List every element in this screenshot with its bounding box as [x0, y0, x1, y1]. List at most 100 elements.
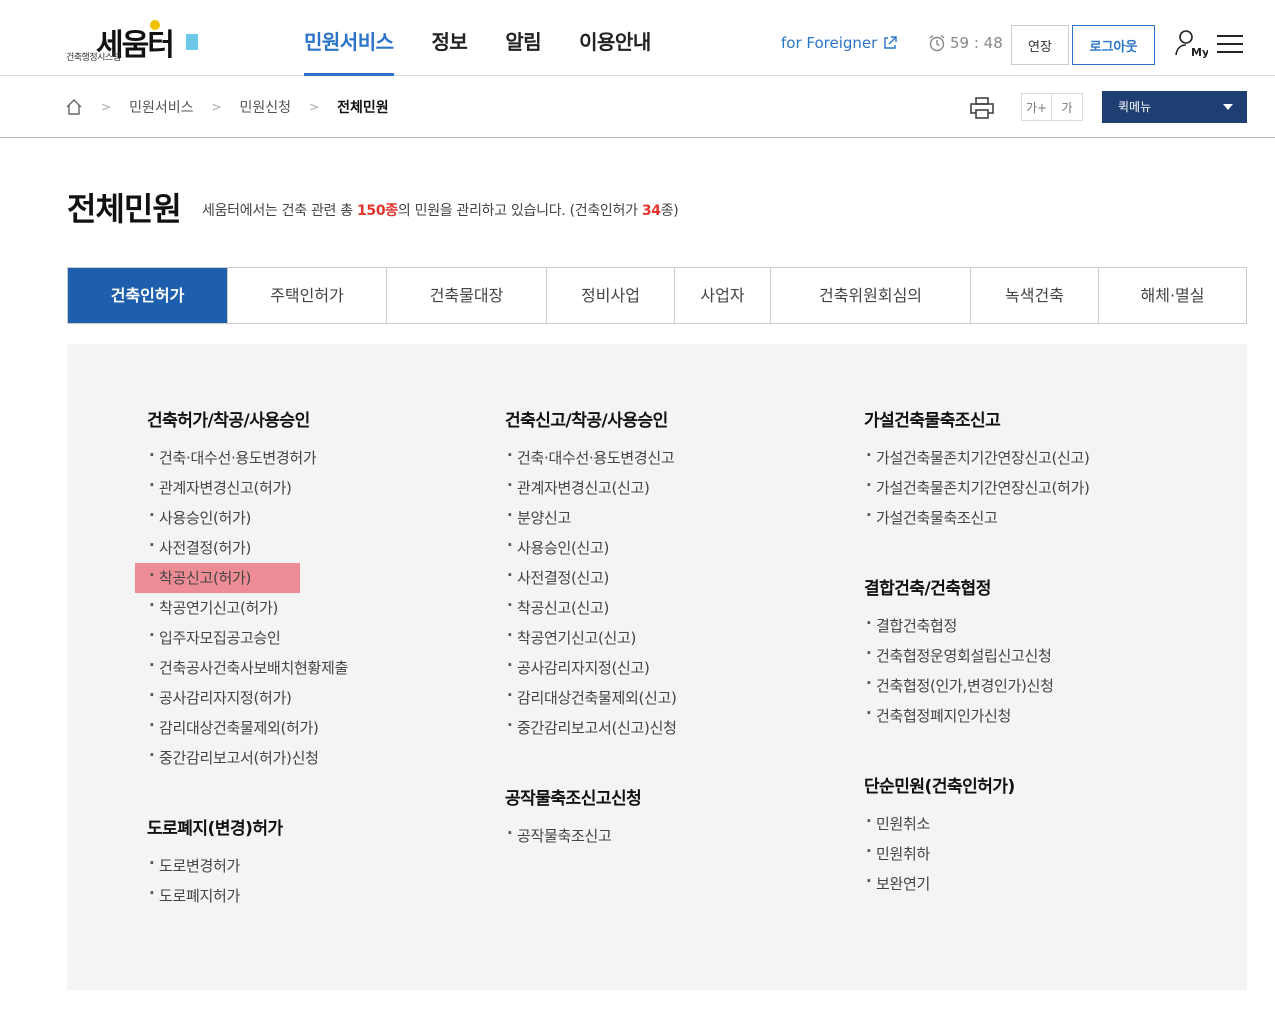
- hamburger-menu-icon[interactable]: [1217, 34, 1243, 54]
- category-tabs: 건축인허가 주택인허가 건축물대장 정비사업 사업자 건축위원회심의 녹색건축 …: [67, 267, 1247, 324]
- service-link[interactable]: 사용승인(허가): [147, 500, 348, 533]
- logo-subtitle: 건축행정시스템: [66, 53, 121, 63]
- font-increase-button[interactable]: 가+: [1021, 93, 1052, 121]
- home-icon[interactable]: [65, 98, 83, 116]
- service-link[interactable]: 가설건축물존치기간연장신고(허가): [864, 470, 1090, 503]
- service-link[interactable]: 관계자변경신고(신고): [505, 470, 677, 503]
- svg-text:My: My: [1191, 46, 1208, 59]
- service-link[interactable]: 분양신고: [505, 500, 677, 533]
- group-building-report-start-approval: 건축신고/착공/사용승인 건축·대수선·용도변경신고 관계자변경신고(신고) 분…: [505, 406, 677, 743]
- service-link[interactable]: 감리대상건축물제외(신고): [505, 680, 677, 713]
- service-link[interactable]: 가설건축물존치기간연장신고(신고): [864, 440, 1090, 473]
- quick-menu-dropdown[interactable]: 퀵메뉴: [1102, 91, 1247, 123]
- service-link[interactable]: 민원취하: [864, 836, 1015, 869]
- site-header: 세움터 건축행정시스템 민원서비스 정보 알림 이용안내 for Foreign…: [0, 0, 1275, 76]
- desc-total-count: 150종: [356, 203, 398, 219]
- group-title: 결합건축/건축협정: [864, 579, 991, 599]
- service-link[interactable]: 중간감리보고서(신고)신청: [505, 710, 677, 743]
- service-list: 건축·대수선·용도변경허가 관계자변경신고(허가) 사용승인(허가) 사전결정(…: [135, 440, 348, 773]
- breadcrumb-item-civil-service[interactable]: 민원서비스: [129, 97, 193, 117]
- tab-maintenance-project[interactable]: 정비사업: [547, 268, 675, 323]
- desc-mid: 의 민원을 관리하고 있습니다. (건축인허가: [397, 203, 642, 219]
- service-link[interactable]: 도로폐지허가: [147, 878, 283, 911]
- print-icon[interactable]: [970, 97, 994, 119]
- civil-service-panel: 건축허가/착공/사용승인 건축·대수선·용도변경허가 관계자변경신고(허가) 사…: [67, 344, 1247, 990]
- service-link[interactable]: 착공연기신고(허가): [147, 590, 348, 623]
- nav-item-info[interactable]: 정보: [432, 0, 468, 76]
- service-link[interactable]: 건축협정(인가,변경인가)신청: [864, 668, 1054, 701]
- timer-value: 59 : 48: [950, 34, 1003, 52]
- group-title: 공작물축조신고신청: [505, 789, 642, 809]
- nav-item-guide[interactable]: 이용안내: [579, 0, 651, 76]
- group-simple-civil-service: 단순민원(건축인허가) 민원취소 민원취하 보완연기: [864, 772, 1015, 899]
- nav-item-civil-service[interactable]: 민원서비스: [304, 0, 394, 76]
- breadcrumb-current: 전체민원: [337, 100, 389, 116]
- group-title: 건축신고/착공/사용승인: [505, 411, 668, 431]
- service-link[interactable]: 공사감리자지정(허가): [147, 680, 348, 713]
- font-decrease-button[interactable]: 가: [1052, 93, 1083, 121]
- for-foreigner-label: for Foreigner: [781, 34, 878, 52]
- service-link[interactable]: 공사감리자지정(신고): [505, 650, 677, 683]
- service-list: 도로변경허가 도로폐지허가: [147, 848, 283, 911]
- service-link[interactable]: 건축·대수선·용도변경허가: [147, 440, 348, 473]
- site-logo[interactable]: 세움터 건축행정시스템: [66, 20, 206, 64]
- desc-permit-count: 34: [641, 203, 661, 219]
- chevron-right-icon: >: [101, 100, 112, 114]
- group-title: 단순민원(건축인허가): [864, 777, 1015, 797]
- service-link[interactable]: 중간감리보고서(허가)신청: [147, 740, 348, 773]
- alarm-clock-icon: [929, 34, 945, 52]
- service-list: 공작물축조신고: [505, 818, 641, 851]
- tab-building-permit[interactable]: 건축인허가: [68, 268, 228, 323]
- service-link[interactable]: 사전결정(신고): [505, 560, 677, 593]
- group-temporary-building: 가설건축물축조신고 가설건축물존치기간연장신고(신고) 가설건축물존치기간연장신…: [864, 406, 1090, 533]
- service-link[interactable]: 공작물축조신고: [505, 818, 641, 851]
- breadcrumb-bar: > 민원서비스 > 민원신청 > 전체민원 가+ 가 퀵메뉴: [0, 77, 1275, 138]
- for-foreigner-link[interactable]: for Foreigner: [781, 34, 898, 52]
- service-link[interactable]: 건축협정폐지인가신청: [864, 698, 1054, 731]
- page-description: 세움터에서는 건축 관련 총 150종의 민원을 관리하고 있습니다. (건축인…: [202, 200, 679, 220]
- breadcrumb-item-application[interactable]: 민원신청: [240, 97, 292, 117]
- service-link[interactable]: 보완연기: [864, 866, 1015, 899]
- service-link[interactable]: 입주자모집공고승인: [147, 620, 348, 653]
- chevron-right-icon: >: [211, 100, 222, 114]
- extend-session-button[interactable]: 연장: [1011, 25, 1069, 65]
- service-link[interactable]: 사용승인(신고): [505, 530, 677, 563]
- service-link[interactable]: 도로변경허가: [147, 848, 283, 881]
- caret-down-icon: [1223, 104, 1233, 110]
- service-link[interactable]: 관계자변경신고(허가): [147, 470, 348, 503]
- page-title: 전체민원: [67, 190, 182, 228]
- breadcrumb: > 민원서비스 > 민원신청 > 전체민원: [65, 97, 389, 117]
- service-link-highlighted[interactable]: 착공신고(허가): [135, 560, 300, 593]
- group-title: 건축허가/착공/사용승인: [147, 411, 310, 431]
- desc-post: 종): [660, 203, 679, 219]
- tab-building-committee[interactable]: 건축위원회심의: [771, 268, 971, 323]
- tab-business[interactable]: 사업자: [675, 268, 771, 323]
- group-building-permit-start-approval: 건축허가/착공/사용승인 건축·대수선·용도변경허가 관계자변경신고(허가) 사…: [135, 406, 348, 773]
- service-link[interactable]: 가설건축물축조신고: [864, 500, 1090, 533]
- desc-pre: 세움터에서는 건축 관련 총: [202, 203, 357, 219]
- service-link[interactable]: 결합건축협정: [864, 608, 1054, 641]
- service-link[interactable]: 착공연기신고(신고): [505, 620, 677, 653]
- service-link[interactable]: 사전결정(허가): [147, 530, 348, 563]
- service-link[interactable]: 민원취소: [864, 806, 1015, 839]
- tab-building-register[interactable]: 건축물대장: [387, 268, 547, 323]
- service-link[interactable]: 착공신고(신고): [505, 590, 677, 623]
- nav-item-notice[interactable]: 알림: [505, 0, 541, 76]
- service-link[interactable]: 감리대상건축물제외(허가): [147, 710, 348, 743]
- service-link[interactable]: 건축협정운영회설립신고신청: [864, 638, 1054, 671]
- chevron-right-icon: >: [309, 100, 320, 114]
- main-nav: 민원서비스 정보 알림 이용안내: [304, 0, 689, 76]
- logo-square: [186, 34, 198, 50]
- group-road-abolition-permit: 도로폐지(변경)허가 도로변경허가 도로폐지허가: [147, 814, 283, 911]
- tab-green-building[interactable]: 녹색건축: [971, 268, 1099, 323]
- tab-demolition[interactable]: 해체·멸실: [1099, 268, 1246, 323]
- group-title: 가설건축물축조신고: [864, 411, 1001, 431]
- tab-housing-permit[interactable]: 주택인허가: [228, 268, 387, 323]
- service-link[interactable]: 건축·대수선·용도변경신고: [505, 440, 677, 473]
- my-page-icon[interactable]: My: [1174, 28, 1208, 60]
- quick-menu-label: 퀵메뉴: [1118, 100, 1152, 114]
- service-list: 가설건축물존치기간연장신고(신고) 가설건축물존치기간연장신고(허가) 가설건축…: [864, 440, 1090, 533]
- logout-button[interactable]: 로그아웃: [1072, 25, 1155, 65]
- service-link[interactable]: 건축공사건축사보배치현황제출: [147, 650, 348, 683]
- group-structure-report: 공작물축조신고신청 공작물축조신고: [505, 784, 642, 851]
